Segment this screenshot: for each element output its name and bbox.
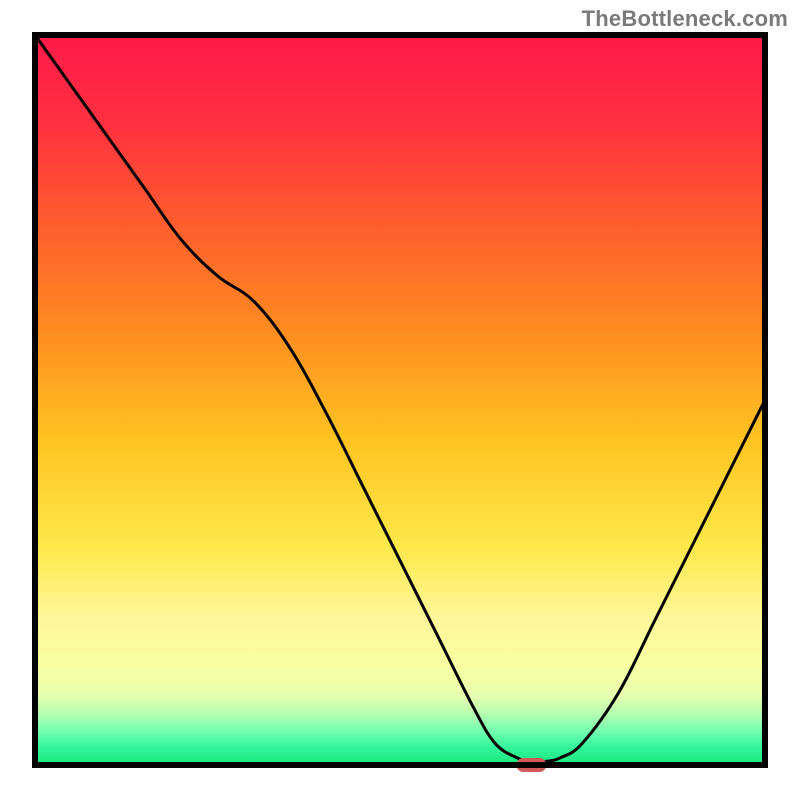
chart-svg <box>0 0 800 800</box>
chart-container: TheBottleneck.com <box>0 0 800 800</box>
plot-background <box>35 35 765 765</box>
watermark-text: TheBottleneck.com <box>582 6 788 32</box>
